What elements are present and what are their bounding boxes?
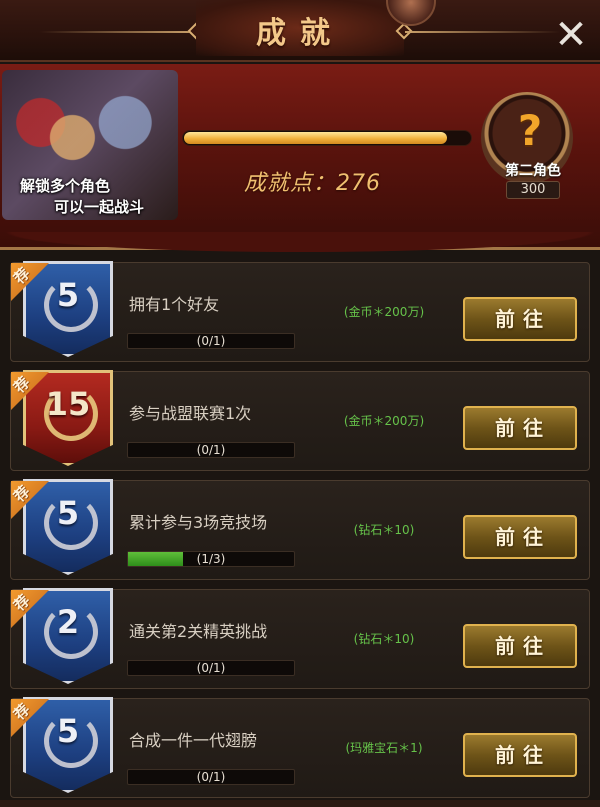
task-reward: (玛雅宝石＊1) xyxy=(345,741,423,755)
task-progress-bar: (0/1) xyxy=(127,442,295,458)
badge-number: 5 xyxy=(56,712,80,750)
task-row: 5 荐 合成一件一代翅膀 (0/1) (玛雅宝石＊1) 前往 xyxy=(10,697,590,798)
achievement-points: 成就点：276 xyxy=(244,165,381,197)
header-bar: 成就 ✕ xyxy=(0,0,600,62)
task-progress-text: (0/1) xyxy=(196,334,226,348)
task-progress-bar: (0/1) xyxy=(127,769,295,785)
points-label: 成就点： xyxy=(244,171,337,196)
task-title: 拥有1个好友 xyxy=(129,295,220,314)
question-mark-icon: ? xyxy=(517,106,543,155)
go-button[interactable]: 前往 xyxy=(463,624,577,668)
task-progress-bar: (1/3) xyxy=(127,551,295,567)
task-reward: (金币＊200万) xyxy=(343,414,425,428)
task-row: 2 荐 通关第2关精英挑战 (0/1) (钻石＊10) 前往 xyxy=(10,588,590,689)
task-title: 合成一件一代翅膀 xyxy=(129,731,258,750)
title-decoration-left xyxy=(40,31,195,33)
task-reward: (钻石＊10) xyxy=(353,523,415,537)
task-title: 累计参与3场竞技场 xyxy=(129,513,268,532)
close-icon: ✕ xyxy=(554,12,588,58)
task-reward: (金币＊200万) xyxy=(343,305,425,319)
go-button[interactable]: 前往 xyxy=(463,733,577,777)
task-progress-text: (0/1) xyxy=(196,661,226,675)
task-progress-text: (0/1) xyxy=(196,770,226,784)
banner-curve xyxy=(0,232,600,254)
task-title: 通关第2关精英挑战 xyxy=(129,622,268,641)
task-progress-bar: (0/1) xyxy=(127,660,295,676)
title-decoration-right xyxy=(405,31,560,33)
achievement-progress-fill xyxy=(184,132,448,144)
page-title: 成就 xyxy=(256,16,344,51)
task-progress-text: (1/3) xyxy=(196,552,226,566)
go-button[interactable]: 前往 xyxy=(463,515,577,559)
next-reward-points: 300 xyxy=(506,181,560,199)
task-row: 5 荐 拥有1个好友 (0/1) (金币＊200万) 前往 xyxy=(10,261,590,362)
task-row: 15 荐 参与战盟联赛1次 (0/1) (金币＊200万) 前往 xyxy=(10,370,590,471)
task-reward: (钻石＊10) xyxy=(353,632,415,646)
hero-caption-line1: 解锁多个角色 xyxy=(20,177,111,195)
achievement-progress-bar xyxy=(182,130,472,146)
badge-number: 5 xyxy=(56,276,80,314)
go-button[interactable]: 前往 xyxy=(463,297,577,341)
task-progress-text: (0/1) xyxy=(196,443,226,457)
next-reward-label: 第二角色 xyxy=(505,163,561,179)
close-button[interactable]: ✕ xyxy=(548,12,594,58)
points-value: 276 xyxy=(336,171,382,196)
task-row: 5 荐 累计参与3场竞技场 (1/3) (钻石＊10) 前往 xyxy=(10,479,590,580)
badge-number: 15 xyxy=(45,385,91,423)
go-button[interactable]: 前往 xyxy=(463,406,577,450)
badge-number: 5 xyxy=(56,494,80,532)
hero-caption-line2: 可以一起战斗 xyxy=(54,198,145,216)
badge-number: 2 xyxy=(56,603,80,641)
title-plate: 成就 xyxy=(196,0,404,56)
hero-caption: 解锁多个角色 可以一起战斗 xyxy=(8,176,178,218)
task-title: 参与战盟联赛1次 xyxy=(129,404,252,423)
next-row-edge xyxy=(0,800,600,807)
task-progress-bar: (0/1) xyxy=(127,333,295,349)
